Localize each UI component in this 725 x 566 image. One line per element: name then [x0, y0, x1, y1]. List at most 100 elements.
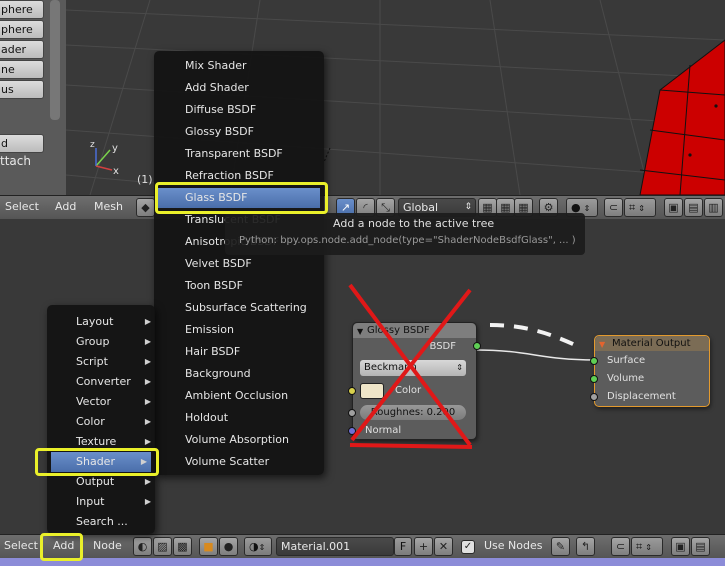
use-nodes-checkbox[interactable]: ✓	[461, 540, 475, 554]
menu-item-volume-scatter[interactable]: Volume Scatter	[185, 452, 269, 472]
material-browse-dropdown[interactable]: ◑⇕	[244, 537, 272, 556]
camera-icon[interactable]: ▤	[684, 198, 703, 217]
roughness-slider[interactable]: Roughnes: 0.200	[360, 405, 466, 420]
paste-nodes-icon[interactable]: ▤	[691, 537, 710, 556]
menu-item-holdout[interactable]: Holdout	[185, 408, 228, 428]
roughness-input-socket[interactable]	[348, 409, 356, 417]
menu-item-color[interactable]: Color ▶	[76, 412, 151, 432]
menu-item-add-shader[interactable]: Add Shader	[185, 78, 249, 98]
menu-item-velvet-bsdf[interactable]: Velvet BSDF	[185, 254, 252, 274]
texture-nodes-icon[interactable]: ▩	[173, 537, 192, 556]
dropdown-arrow-icon: ⇕	[456, 363, 463, 372]
object-button[interactable]: ne	[0, 60, 44, 79]
shader-submenu: Mix Shader Add Shader Diffuse BSDF Gloss…	[154, 51, 324, 475]
menu-item-mix-shader[interactable]: Mix Shader	[185, 56, 247, 76]
object-button[interactable]: phere	[0, 20, 44, 39]
volume-input-label: Volume	[607, 373, 645, 384]
parent-tree-icon[interactable]: ↰	[576, 537, 595, 556]
copy-nodes-icon[interactable]: ▣	[671, 537, 690, 556]
surface-input-socket[interactable]	[590, 357, 598, 365]
menu-item-script[interactable]: Script ▶	[76, 352, 151, 372]
world-icon[interactable]: ●	[219, 537, 238, 556]
object-icon[interactable]: ■	[199, 537, 218, 556]
menu-item-label: Layout	[76, 315, 114, 328]
frame-label: (1)	[137, 173, 153, 186]
menu-item-diffuse-bsdf[interactable]: Diffuse BSDF	[185, 100, 256, 120]
menu-item-label: Vector	[76, 395, 112, 408]
menu-item-converter[interactable]: Converter ▶	[76, 372, 151, 392]
menu-item-layout[interactable]: Layout ▶	[76, 312, 151, 332]
shader-nodes-icon[interactable]: ◐	[133, 537, 152, 556]
view3d-select-menu[interactable]: Select	[5, 200, 39, 213]
menu-item-transparent-bsdf[interactable]: Transparent BSDF	[185, 144, 283, 164]
highlight-shader-item	[35, 448, 159, 476]
collapse-arrow-icon[interactable]: ▼	[357, 324, 363, 339]
compositing-nodes-icon[interactable]: ▨	[153, 537, 172, 556]
submenu-arrow-icon: ▶	[144, 377, 151, 386]
menu-item-subsurface-scattering[interactable]: Subsurface Scattering	[185, 298, 307, 318]
render-icon[interactable]: ▣	[664, 198, 683, 217]
normal-input-label: Normal	[365, 425, 402, 436]
add-material-icon[interactable]: +	[414, 537, 433, 556]
menu-item-emission[interactable]: Emission	[185, 320, 234, 340]
menu-item-glossy-bsdf[interactable]: Glossy BSDF	[185, 122, 254, 142]
object-button[interactable]: us	[0, 80, 44, 99]
output-node-title[interactable]: ▼ Material Output	[595, 336, 709, 351]
menu-item-hair-bsdf[interactable]: Hair BSDF	[185, 342, 240, 362]
normal-input-socket[interactable]	[348, 427, 356, 435]
view3d-add-menu[interactable]: Add	[55, 200, 76, 213]
film-icon[interactable]: ▥	[704, 198, 723, 217]
menu-item-toon-bsdf[interactable]: Toon BSDF	[185, 276, 243, 296]
menu-item-ambient-occlusion[interactable]: Ambient Occlusion	[185, 386, 288, 406]
pin-icon[interactable]: ✎	[551, 537, 570, 556]
menu-item-background[interactable]: Background	[185, 364, 251, 384]
snap-element-dropdown[interactable]: ⌗ ⇕	[624, 198, 656, 217]
red-mesh[interactable]	[639, 39, 725, 195]
3d-viewport[interactable]: phere phere ader ne us d ttach y x z (1)	[0, 0, 725, 195]
collapse-arrow-icon[interactable]: ▼	[599, 337, 605, 352]
panel-scrollbar[interactable]	[50, 0, 60, 120]
object-button[interactable]: ader	[0, 40, 44, 59]
object-button[interactable]: d	[0, 134, 44, 153]
menu-item-volume-absorption[interactable]: Volume Absorption	[185, 430, 289, 450]
surface-input-label: Surface	[607, 355, 646, 366]
menu-item-vector[interactable]: Vector ▶	[76, 392, 151, 412]
menu-item-input[interactable]: Input ▶	[76, 492, 151, 512]
node-editor-header: Select Add Node ◐ ▨ ▩ ■ ● ◑⇕ Material.00…	[0, 534, 725, 558]
volume-input-socket[interactable]	[590, 375, 598, 383]
glossy-node-title[interactable]: ▼ Glossy BSDF	[353, 323, 476, 338]
menu-item-label: Color	[76, 415, 105, 428]
glossy-bsdf-node[interactable]: ▼ Glossy BSDF BSDF Beckmann ⇕ Color Roug…	[348, 322, 481, 440]
menu-item-search[interactable]: Search ...	[76, 512, 151, 532]
unlink-material-icon[interactable]: ✕	[434, 537, 453, 556]
snap-element-dropdown[interactable]: ⌗ ⇕	[631, 537, 663, 556]
submenu-arrow-icon: ▶	[144, 497, 151, 506]
menu-item-label: Script	[76, 355, 108, 368]
view3d-mesh-menu[interactable]: Mesh	[94, 200, 123, 213]
material-output-node[interactable]: ▼ Material Output Surface Volume Displac…	[590, 335, 710, 407]
submenu-arrow-icon: ▶	[144, 357, 151, 366]
material-name-field[interactable]: Material.001	[276, 537, 394, 556]
bsdf-output-socket[interactable]	[473, 342, 481, 350]
snap-icon[interactable]: ⊂	[611, 537, 630, 556]
submenu-arrow-icon: ▶	[144, 397, 151, 406]
bottom-bar	[0, 558, 725, 566]
color-swatch[interactable]	[360, 383, 384, 399]
displacement-input-socket[interactable]	[590, 393, 598, 401]
snap-icon[interactable]: ⊂	[604, 198, 623, 217]
attach-label: ttach	[0, 154, 31, 168]
object-button[interactable]: phere	[0, 0, 44, 19]
mode-icon[interactable]: ◆	[136, 198, 155, 217]
distribution-dropdown[interactable]: Beckmann ⇕	[360, 360, 466, 376]
fake-user-toggle[interactable]: F	[394, 537, 412, 556]
node-select-menu[interactable]: Select	[4, 539, 38, 552]
distribution-value: Beckmann	[364, 362, 417, 373]
menu-item-group[interactable]: Group ▶	[76, 332, 151, 352]
node-node-menu[interactable]: Node	[93, 539, 122, 552]
displacement-input-label: Displacement	[607, 391, 676, 402]
color-input-socket[interactable]	[348, 387, 356, 395]
object-list-extra: d	[0, 134, 44, 154]
tooltip: Add a node to the active tree Python: bp…	[225, 213, 585, 255]
menu-item-label: Output	[76, 475, 115, 488]
highlight-add-menu	[40, 533, 83, 561]
